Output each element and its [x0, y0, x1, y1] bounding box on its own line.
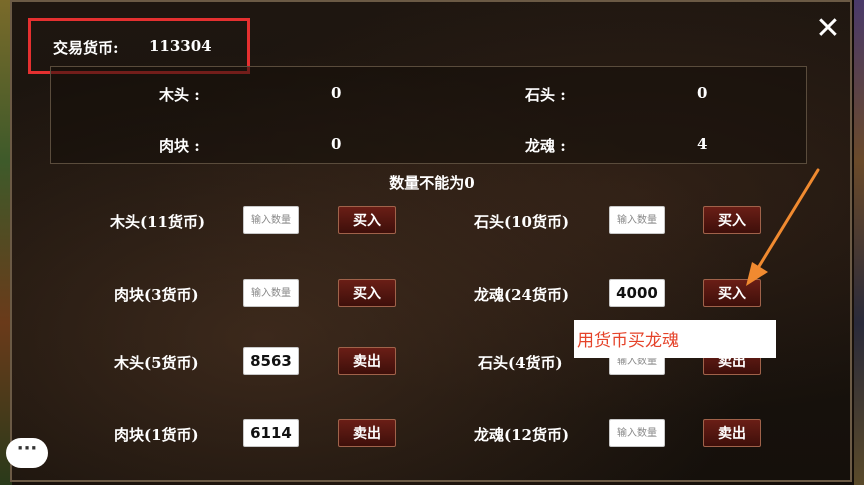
annotation-arrow-icon — [746, 168, 820, 286]
chat-bubble-icon[interactable]: ··· — [6, 438, 48, 468]
